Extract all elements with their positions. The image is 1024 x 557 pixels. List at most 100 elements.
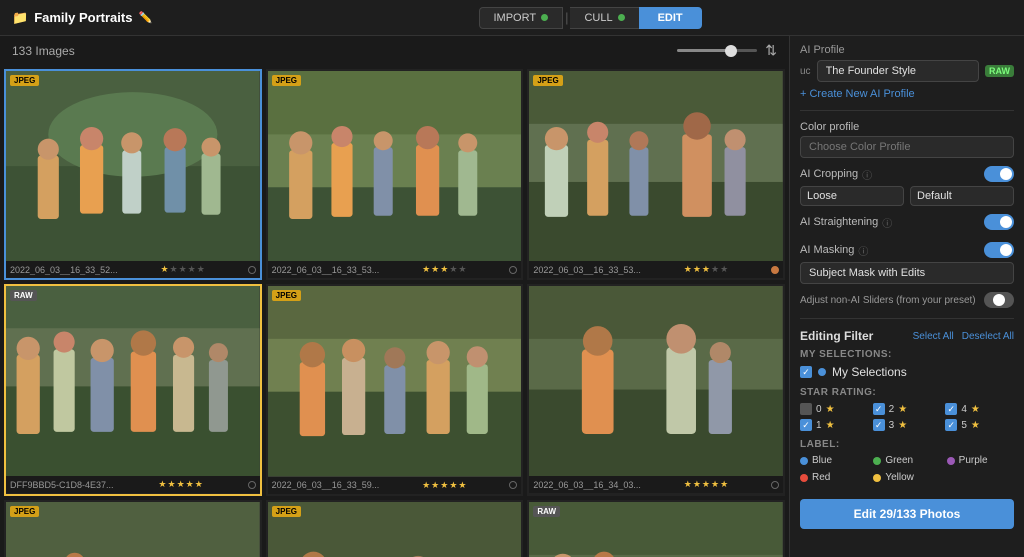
- cropping-style-select[interactable]: Loose Tight Medium: [800, 186, 904, 206]
- status-circle: [509, 266, 517, 274]
- photo-badge: JPEG: [10, 75, 39, 86]
- cull-status-dot: [618, 14, 625, 21]
- photo-cell[interactable]: JPEG: [266, 284, 524, 495]
- label-yellow[interactable]: Yellow: [873, 472, 940, 483]
- photo-footer: DFF9BBD5-C1D8-4E37... ★ ★ ★ ★ ★: [6, 476, 260, 493]
- star-filter-0[interactable]: 0 ★: [800, 403, 869, 415]
- adjust-row: Adjust non-AI Sliders (from your preset): [800, 292, 1014, 308]
- deselect-all-button[interactable]: Deselect All: [962, 331, 1014, 342]
- info-icon-3: ⓘ: [858, 243, 868, 258]
- ai-masking-toggle[interactable]: [984, 242, 1014, 258]
- star-2: ★: [170, 264, 178, 275]
- masking-type-select[interactable]: Subject Mask with Edits Subject Mask Sky…: [800, 262, 1014, 284]
- star-3-checkbox[interactable]: [873, 419, 885, 431]
- photo-cell[interactable]: 2022_06_03__16_34_03... ★ ★ ★ ★ ★: [527, 284, 785, 495]
- star-4: ★: [186, 479, 194, 490]
- cropping-options-row: Loose Tight Medium Default Portrait Land…: [800, 186, 1014, 206]
- photo-cell[interactable]: JPEG: [266, 69, 524, 280]
- label-purple[interactable]: Purple: [947, 455, 1014, 466]
- photo-cell[interactable]: RAW: [4, 284, 262, 495]
- photo-thumbnail: JPEG: [268, 502, 522, 557]
- photo-cell[interactable]: JPEG 2022_06_03__16_34_0...: [266, 500, 524, 557]
- star-rating: ★ ★ ★ ★ ★: [684, 264, 728, 275]
- photo-thumbnail: JPEG: [268, 71, 522, 261]
- ai-straightening-toggle[interactable]: [984, 214, 1014, 230]
- create-ai-profile-link[interactable]: + Create New AI Profile: [800, 88, 915, 100]
- left-panel: 133 Images ⇅ JPEG: [0, 36, 789, 557]
- photo-grid: JPEG: [0, 65, 789, 557]
- star-1: ★: [684, 479, 692, 490]
- star-1-checkbox[interactable]: [800, 419, 812, 431]
- status-circle: [771, 481, 779, 489]
- edit-photos-button[interactable]: Edit 29/133 Photos: [800, 499, 1014, 529]
- top-bar: 📁 Family Portraits ✏️ IMPORT | CULL EDIT: [0, 0, 1024, 36]
- red-dot: [800, 474, 808, 482]
- star-2-checkbox[interactable]: [873, 403, 885, 415]
- star-1: ★: [684, 264, 692, 275]
- photo-badge: JPEG: [10, 506, 39, 517]
- star-1: ★: [422, 480, 430, 491]
- photo-thumbnail: JPEG: [268, 286, 522, 476]
- my-selections-row[interactable]: My Selections: [800, 365, 1014, 379]
- photo-status: [509, 481, 517, 489]
- star-3: ★: [440, 264, 448, 275]
- star-5: ★: [195, 479, 203, 490]
- filter-actions: Select All Deselect All: [913, 331, 1014, 342]
- star-2: ★: [693, 479, 701, 490]
- sort-icon[interactable]: ⇅: [765, 42, 777, 59]
- ai-cropping-label: AI Cropping ⓘ: [800, 167, 872, 182]
- photo-status: [248, 266, 256, 274]
- ai-profile-select[interactable]: The Founder Style: [817, 60, 979, 82]
- star-1: ★: [158, 479, 166, 490]
- photo-cell[interactable]: JPEG: [4, 69, 262, 280]
- photo-cell[interactable]: RAW 2022_06_03__16_34_0... ★: [527, 500, 785, 557]
- star-0-checkbox[interactable]: [800, 403, 812, 415]
- star-filter-3[interactable]: 3 ★: [873, 419, 942, 431]
- star-5-checkbox[interactable]: [945, 419, 957, 431]
- photo-status: [771, 481, 779, 489]
- star-rating: ★ ★ ★ ★ ★: [684, 479, 728, 490]
- photo-cell[interactable]: JPEG 2022_06_03__16_34_0...: [4, 500, 262, 557]
- adjust-toggle[interactable]: [984, 292, 1014, 308]
- photo-status: [248, 481, 256, 489]
- cull-button[interactable]: CULL: [570, 7, 638, 29]
- photo-badge-raw: RAW: [533, 506, 560, 517]
- photo-badge: JPEG: [272, 506, 301, 517]
- ai-straightening-row: AI Straightening ⓘ: [800, 214, 1014, 230]
- photo-status: [509, 266, 517, 274]
- adjust-label: Adjust non-AI Sliders (from your preset): [800, 295, 976, 306]
- edit-title-icon[interactable]: ✏️: [138, 11, 152, 24]
- star-filter-2[interactable]: 2 ★: [873, 403, 942, 415]
- photo-name: DFF9BBD5-C1D8-4E37...: [10, 480, 114, 490]
- star-rating-grid: 0 ★ 2 ★ 4 ★ 1 ★: [800, 403, 1014, 431]
- import-button[interactable]: IMPORT: [479, 7, 564, 29]
- ai-profile-label: AI Profile: [800, 44, 1014, 56]
- star-3: ★: [179, 264, 187, 275]
- star-2: ★: [167, 479, 175, 490]
- star-filter-1[interactable]: 1 ★: [800, 419, 869, 431]
- star-4-checkbox[interactable]: [945, 403, 957, 415]
- star-2: ★: [431, 480, 439, 491]
- status-circle: [248, 266, 256, 274]
- ai-cropping-toggle[interactable]: [984, 166, 1014, 182]
- select-all-button[interactable]: Select All: [913, 331, 954, 342]
- star-filter-5[interactable]: 5 ★: [945, 419, 1014, 431]
- ai-masking-label: AI Masking ⓘ: [800, 243, 868, 258]
- star-filter-4[interactable]: 4 ★: [945, 403, 1014, 415]
- star-5: ★: [458, 480, 466, 491]
- ai-profile-row: uc The Founder Style RAW: [800, 60, 1014, 82]
- zoom-slider[interactable]: [677, 49, 757, 52]
- photo-cell[interactable]: JPEG: [527, 69, 785, 280]
- my-selections-checkbox[interactable]: [800, 366, 812, 378]
- color-profile-section: Color profile Choose Color Profile: [800, 121, 1014, 158]
- color-profile-select[interactable]: Choose Color Profile: [800, 136, 1014, 158]
- label-section-label: LABEL:: [800, 439, 1014, 450]
- label-red[interactable]: Red: [800, 472, 867, 483]
- cropping-default-select[interactable]: Default Portrait Landscape: [910, 186, 1014, 206]
- star-5: ★: [720, 264, 728, 275]
- label-blue[interactable]: Blue: [800, 455, 867, 466]
- label-green[interactable]: Green: [873, 455, 940, 466]
- photo-status: [771, 266, 779, 274]
- star-4: ★: [711, 479, 719, 490]
- edit-button[interactable]: EDIT: [639, 7, 702, 29]
